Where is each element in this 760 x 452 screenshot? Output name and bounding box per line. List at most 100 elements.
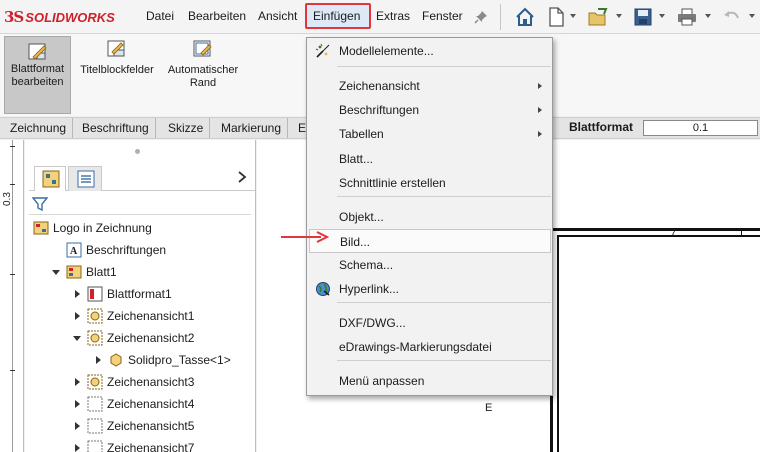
expand-arrow-icon[interactable] bbox=[92, 356, 104, 364]
tree-item[interactable]: Zeichenansicht7 bbox=[25, 437, 194, 452]
panel-splitter-dot[interactable] bbox=[135, 149, 140, 154]
tree-item[interactable]: Blatt1 bbox=[25, 261, 117, 283]
menu-item[interactable]: Menü anpassen bbox=[307, 369, 552, 393]
tab-zeichnung[interactable]: Zeichnung bbox=[4, 118, 74, 138]
expand-arrow-icon[interactable] bbox=[71, 400, 83, 408]
menu-extras[interactable]: Extras bbox=[376, 9, 410, 23]
drawing-view-dashed-icon bbox=[87, 418, 103, 434]
ds-logo-mark: 3S bbox=[4, 8, 24, 26]
chevron-down-icon[interactable] bbox=[616, 14, 622, 18]
tab-skizze[interactable]: Skizze bbox=[162, 118, 211, 138]
menu-item[interactable]: DXF/DWG... bbox=[307, 311, 552, 335]
tree-item-label: Logo in Zeichnung bbox=[53, 221, 152, 235]
tab-feature-manager[interactable] bbox=[34, 166, 66, 191]
menu-datei[interactable]: Datei bbox=[146, 9, 174, 23]
open-folder-icon[interactable] bbox=[587, 6, 609, 28]
undo-icon[interactable] bbox=[721, 6, 743, 28]
expand-arrow-icon[interactable] bbox=[71, 312, 83, 320]
tree-item[interactable]: Zeichenansicht2 bbox=[25, 327, 194, 349]
new-document-icon[interactable] bbox=[545, 6, 567, 28]
drawing-view-icon bbox=[87, 308, 103, 324]
tree-item[interactable]: Logo in Zeichnung bbox=[25, 217, 152, 239]
collapse-arrow-icon[interactable] bbox=[71, 335, 83, 341]
feature-tree-icon bbox=[42, 170, 60, 188]
chevron-down-icon[interactable] bbox=[705, 14, 711, 18]
submenu-arrow-icon bbox=[538, 107, 542, 113]
tree-item-label: Blattformat1 bbox=[107, 287, 172, 301]
tree-item[interactable]: Solidpro_Tasse<1> bbox=[25, 349, 231, 371]
tree-item[interactable]: Zeichenansicht5 bbox=[25, 415, 194, 437]
edit-sheet-format-button[interactable]: Blattformat bearbeiten bbox=[4, 36, 71, 114]
menu-item[interactable]: Schema... bbox=[307, 253, 552, 277]
chevron-down-icon[interactable] bbox=[570, 14, 576, 18]
tree-item-label: Zeichenansicht5 bbox=[107, 419, 195, 433]
menu-item[interactable]: Schnittlinie erstellen bbox=[307, 171, 552, 195]
expand-arrow-icon[interactable] bbox=[71, 290, 83, 298]
menu-ansicht[interactable]: Ansicht bbox=[258, 9, 297, 23]
menu-item[interactable]: eDrawings-Markierungsdatei bbox=[307, 335, 552, 359]
edit-sheet-format-label: Blattformat bearbeiten bbox=[10, 63, 65, 88]
expand-arrow-icon[interactable] bbox=[71, 422, 83, 430]
menu-einfuegen[interactable]: Einfügen bbox=[313, 9, 360, 23]
tab-property-manager[interactable] bbox=[68, 166, 102, 191]
solidworks-logo-text: SOLIDWORKS bbox=[25, 9, 115, 25]
menu-fenster[interactable]: Fenster bbox=[422, 9, 463, 23]
print-icon[interactable] bbox=[676, 6, 698, 28]
tree-item-label: Solidpro_Tasse<1> bbox=[128, 353, 231, 367]
menu-item[interactable]: Hyperlink... bbox=[307, 277, 552, 301]
tree-item[interactable]: Blattformat1 bbox=[25, 283, 172, 305]
submenu-arrow-icon bbox=[538, 131, 542, 137]
ruler-line bbox=[12, 140, 13, 452]
ruler-tick bbox=[10, 370, 15, 371]
expand-arrow-icon[interactable] bbox=[71, 378, 83, 386]
menu-item-label: Menü anpassen bbox=[339, 374, 425, 388]
save-icon[interactable] bbox=[632, 6, 654, 28]
automatic-border-button[interactable]: Automatischer Rand bbox=[160, 38, 246, 90]
tree-item[interactable]: Zeichenansicht3 bbox=[25, 371, 194, 393]
menu-item-label: Modellelemente... bbox=[339, 44, 434, 58]
sheet-format-icon bbox=[87, 286, 103, 302]
pin-icon[interactable] bbox=[474, 10, 488, 24]
solidworks-logo[interactable]: 3S SOLIDWORKS bbox=[4, 8, 115, 26]
automatic-border-label: Automatischer Rand bbox=[167, 64, 239, 89]
menu-item[interactable]: Objekt... bbox=[307, 205, 552, 229]
menu-item[interactable]: Blatt... bbox=[307, 147, 552, 171]
expand-arrow-icon[interactable] bbox=[71, 444, 83, 452]
tree-item[interactable]: Zeichenansicht4 bbox=[25, 393, 194, 415]
menu-item[interactable]: Zeichenansicht bbox=[307, 74, 552, 98]
title-block-fields-icon bbox=[107, 40, 125, 57]
automatic-border-icon bbox=[193, 40, 212, 57]
title-block-fields-button[interactable]: Titelblockfelder bbox=[76, 38, 158, 77]
menu-item[interactable]: Tabellen bbox=[307, 122, 552, 146]
menu-bearbeiten[interactable]: Bearbeiten bbox=[188, 9, 246, 23]
zone-divider bbox=[741, 228, 742, 237]
menu-item-label: Beschriftungen bbox=[339, 103, 420, 117]
tree-item[interactable]: Zeichenansicht1 bbox=[25, 305, 194, 327]
drawing-icon bbox=[33, 221, 49, 235]
home-icon[interactable] bbox=[514, 6, 536, 28]
tree-item-label: Blatt1 bbox=[86, 265, 117, 279]
menu-separator bbox=[337, 360, 551, 361]
ruler-label: 0.3 bbox=[2, 192, 13, 206]
tab-markierung[interactable]: Markierung bbox=[215, 118, 289, 138]
tab-beschriftung[interactable]: Beschriftung bbox=[76, 118, 156, 138]
menu-item-label: Hyperlink... bbox=[339, 282, 400, 296]
chevron-down-icon[interactable] bbox=[659, 14, 665, 18]
chevron-down-icon[interactable] bbox=[749, 14, 755, 18]
collapse-arrow-icon[interactable] bbox=[50, 269, 62, 275]
menu-item-label: Tabellen bbox=[339, 127, 384, 141]
drawing-inner-border bbox=[557, 235, 760, 452]
tree-item[interactable]: A Beschriftungen bbox=[25, 239, 166, 261]
ruler-tick bbox=[10, 274, 15, 275]
sheet-format-scale-field[interactable]: 0.1 bbox=[643, 120, 758, 136]
menu-item[interactable]: Beschriftungen bbox=[307, 98, 552, 122]
menu-item-bild[interactable]: Bild... bbox=[309, 229, 551, 253]
einfuegen-dropdown-menu: Modellelemente... Zeichenansicht Beschrift… bbox=[306, 37, 553, 396]
chevron-right-icon[interactable] bbox=[237, 171, 247, 183]
filter-bar[interactable] bbox=[29, 193, 251, 215]
filter-icon[interactable] bbox=[32, 196, 48, 212]
menu-item[interactable]: Modellelemente... bbox=[307, 39, 552, 63]
sheet-format-label: Blattformat bbox=[569, 120, 634, 134]
menu-item-label: Bild... bbox=[340, 235, 371, 249]
edit-sheet-format-icon bbox=[28, 43, 47, 60]
